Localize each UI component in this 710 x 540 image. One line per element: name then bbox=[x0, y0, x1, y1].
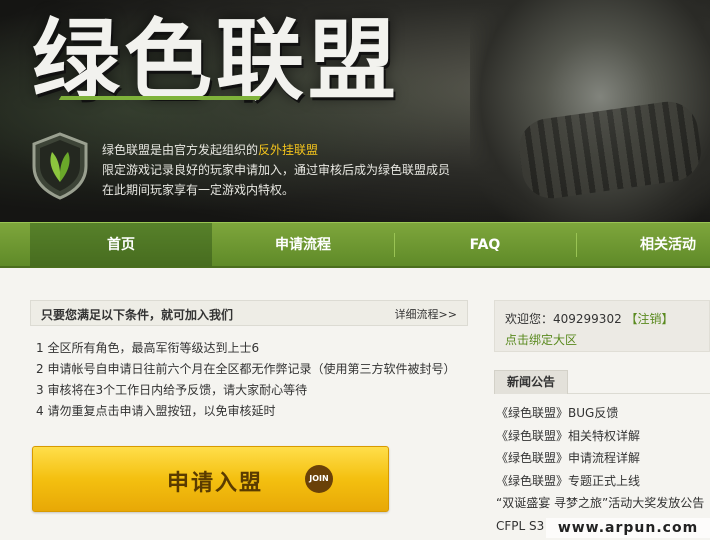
header-banner: 绿色联盟 绿色联盟是由官方发起组织的反外挂联盟 限定游戏记录良好的玩家申请加入，… bbox=[0, 0, 710, 222]
news-item[interactable]: 《绿色联盟》专题正式上线 bbox=[496, 470, 710, 493]
intro-line3: 在此期间玩家享有一定游戏内特权。 bbox=[102, 183, 295, 197]
news-list: 《绿色联盟》BUG反馈 《绿色联盟》相关特权详解 《绿色联盟》申请流程详解 《绿… bbox=[496, 402, 710, 537]
welcome-text: 欢迎您：409299302 bbox=[505, 312, 622, 326]
nav-activities[interactable]: 相关活动 bbox=[580, 223, 710, 267]
nav-home[interactable]: 首页 bbox=[30, 223, 212, 267]
tab-news[interactable]: 新闻公告 bbox=[494, 370, 568, 394]
intro-line1: 绿色联盟是由官方发起组织的 bbox=[102, 143, 259, 157]
news-item[interactable]: 《绿色联盟》相关特权详解 bbox=[496, 425, 710, 448]
apply-button-label: 申请入盟 bbox=[167, 471, 264, 496]
condition-item: 4 请勿重复点击申请入盟按钮，以免审核延时 bbox=[36, 404, 276, 418]
intro-highlight: 反外挂联盟 bbox=[258, 143, 319, 157]
main-nav: 首页 申请流程 FAQ 相关活动 bbox=[0, 222, 710, 268]
join-badge-icon: JOIN bbox=[305, 465, 333, 493]
apply-join-button[interactable]: 申请入盟 JOIN bbox=[32, 446, 389, 512]
nav-divider bbox=[576, 233, 577, 257]
news-item[interactable]: 《绿色联盟》申请流程详解 bbox=[496, 447, 710, 470]
news-item[interactable]: 《绿色联盟》BUG反馈 bbox=[496, 402, 710, 425]
nav-apply-process[interactable]: 申请流程 bbox=[212, 223, 394, 267]
nav-faq[interactable]: FAQ bbox=[394, 223, 576, 267]
user-welcome-box: 欢迎您：409299302 【注销】 点击绑定大区 bbox=[494, 300, 710, 352]
shield-leaf-icon bbox=[32, 132, 88, 200]
news-header: 新闻公告 bbox=[494, 370, 710, 394]
intro-text: 绿色联盟是由官方发起组织的反外挂联盟 限定游戏记录良好的玩家申请加入，通过审核后… bbox=[102, 140, 450, 200]
condition-item: 1 全区所有角色，最高军衔等级达到上士6 bbox=[36, 341, 260, 355]
logout-link[interactable]: 【注销】 bbox=[626, 312, 674, 326]
conditions-header: 只要您满足以下条件，就可加入我们 详细流程>> bbox=[30, 300, 468, 326]
conditions-list: 1 全区所有角色，最高军衔等级达到上士6 2 申请帐号自申请日往前六个月在全区都… bbox=[36, 338, 455, 422]
intro-line2: 限定游戏记录良好的玩家申请加入，通过审核后成为绿色联盟成员 bbox=[102, 163, 451, 177]
title-accent bbox=[58, 96, 262, 100]
site-watermark: www.arpun.com bbox=[546, 518, 710, 538]
detail-process-link[interactable]: 详细流程>> bbox=[395, 306, 457, 322]
bind-region-link[interactable]: 点击绑定大区 bbox=[505, 331, 577, 348]
conditions-title: 只要您满足以下条件，就可加入我们 bbox=[41, 308, 234, 322]
condition-item: 2 申请帐号自申请日往前六个月在全区都无作弊记录（使用第三方软件被封号） bbox=[36, 362, 456, 376]
condition-item: 3 审核将在3个工作日内给予反馈，请大家耐心等待 bbox=[36, 383, 308, 397]
news-item[interactable]: “双诞盛宴 寻梦之旅”活动大奖发放公告 bbox=[496, 492, 710, 515]
